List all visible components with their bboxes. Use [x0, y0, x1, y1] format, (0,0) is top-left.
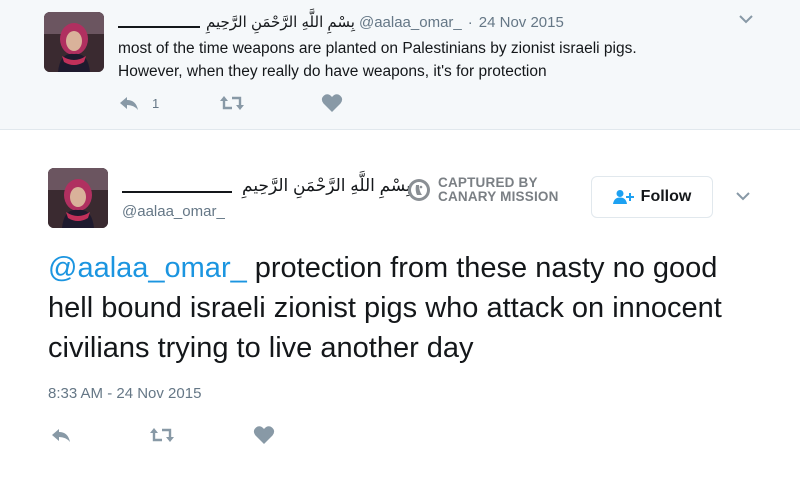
like-button[interactable]: [253, 425, 275, 445]
chevron-down-icon[interactable]: [737, 10, 755, 28]
canary-mission-watermark: CAPTURED BY CANARY MISSION: [407, 176, 559, 204]
follow-label: Follow: [640, 188, 692, 205]
avatar-image: [48, 168, 108, 228]
display-name[interactable]: بِسْمِ اللَّهِ الرَّحْمَنِ الرَّحِيمِ: [206, 13, 355, 31]
avatar[interactable]: [44, 12, 104, 72]
display-name[interactable]: بِسْمِ اللَّهِ الرَّحْمَنِ الرَّحِيمِ: [242, 176, 411, 196]
retweet-icon: [150, 428, 174, 442]
follow-button[interactable]: Follow: [591, 176, 713, 218]
avatar-image: [44, 12, 104, 72]
retweet-button[interactable]: [149, 426, 175, 444]
tweet-text: @aalaa_omar_ protection from these nasty …: [48, 248, 768, 368]
chevron-down-icon[interactable]: [734, 187, 752, 205]
retweet-button[interactable]: [219, 94, 245, 112]
reply-button[interactable]: 1: [118, 94, 159, 112]
tweet-text-line: However, when they really do have weapon…: [118, 63, 547, 80]
reply-icon: [120, 97, 138, 110]
retweet-icon: [220, 96, 244, 110]
reply-count: 1: [152, 95, 160, 111]
mention-link[interactable]: @aalaa_omar_: [48, 252, 247, 284]
canary-logo-icon: [408, 179, 430, 201]
reply-tweet[interactable]: بِسْمِ اللَّهِ الرَّحْمَنِ الرَّحِيمِ @a…: [0, 0, 800, 130]
like-button[interactable]: [321, 93, 343, 113]
tweet-date[interactable]: 24 Nov 2015: [479, 14, 564, 31]
tweet-text-line: most of the time weapons are planted on …: [118, 40, 637, 57]
display-name-redacted[interactable]: [118, 16, 200, 28]
separator: ·: [467, 13, 473, 31]
display-name-redacted[interactable]: [122, 179, 232, 193]
avatar[interactable]: [48, 168, 108, 228]
user-handle[interactable]: @aalaa_omar_: [122, 203, 225, 220]
tweet-header: بِسْمِ اللَّهِ الرَّحْمَنِ الرَّحِيمِ @a…: [118, 12, 564, 32]
reply-button[interactable]: [50, 426, 72, 444]
user-handle[interactable]: @aalaa_omar_: [359, 14, 462, 31]
add-user-icon: [612, 190, 634, 204]
heart-icon: [321, 94, 343, 112]
watermark-line: CAPTURED BY: [438, 175, 538, 190]
watermark-line: CANARY MISSION: [438, 189, 559, 204]
tweet-author-name[interactable]: بِسْمِ اللَّهِ الرَّحْمَنِ الرَّحِيمِ: [122, 176, 411, 196]
reply-icon: [52, 429, 70, 442]
tweet-timestamp[interactable]: 8:33 AM - 24 Nov 2015: [48, 385, 201, 402]
heart-icon: [253, 426, 275, 444]
tweet-text: most of the time weapons are planted on …: [118, 37, 738, 83]
